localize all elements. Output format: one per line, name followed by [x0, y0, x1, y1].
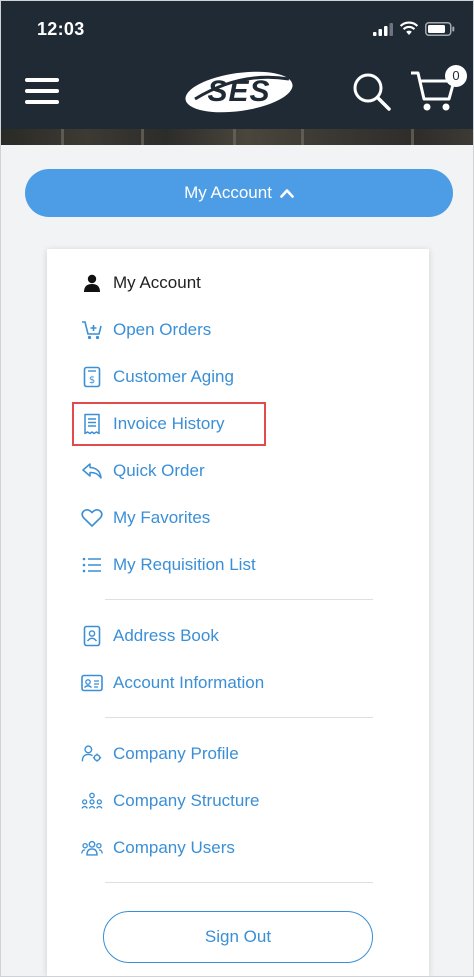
menu-item-label: Company Structure	[113, 791, 260, 810]
menu-item-label: Customer Aging	[113, 367, 234, 386]
menu-item-quick-order[interactable]: Quick Order	[81, 456, 205, 486]
heart-icon	[81, 507, 103, 529]
status-icons	[373, 21, 455, 36]
menu-item-company-profile[interactable]: Company Profile	[81, 739, 239, 769]
cart-count-badge: 0	[445, 65, 467, 87]
menu-item-my-requisition-list[interactable]: My Requisition List	[81, 550, 256, 580]
menu-item-company-structure[interactable]: Company Structure	[81, 786, 259, 816]
menu-item-label: Open Orders	[113, 320, 212, 339]
menu-item-label: Company Profile	[113, 744, 239, 763]
menu-item-label: Account Information	[113, 673, 265, 692]
my-account-toggle-button[interactable]: My Account	[25, 169, 453, 217]
battery-icon	[425, 21, 455, 36]
org-structure-icon	[81, 790, 103, 812]
status-time: 12:03	[37, 19, 85, 39]
menu-item-my-account[interactable]: My Account	[81, 268, 201, 298]
menu-item-label: Address Book	[113, 626, 219, 645]
menu-divider	[105, 882, 373, 883]
search-icon[interactable]	[351, 71, 393, 113]
menu-item-label: My Account	[113, 273, 201, 292]
hamburger-menu-icon[interactable]	[25, 76, 59, 106]
cart-plus-icon	[81, 319, 103, 341]
id-card-icon	[81, 672, 103, 694]
menu-divider	[105, 717, 373, 718]
list-icon	[81, 554, 103, 576]
user-gear-icon	[81, 743, 103, 765]
reply-arrow-icon	[81, 460, 103, 482]
app-header: 12:03 SES 0	[1, 1, 473, 145]
address-book-icon	[81, 625, 103, 647]
menu-item-open-orders[interactable]: Open Orders	[81, 315, 211, 345]
invoice-history-highlight-box	[72, 402, 266, 446]
account-menu-card: My Account Open Orders $ Customer Aging …	[47, 249, 429, 976]
menu-item-customer-aging[interactable]: $ Customer Aging	[81, 362, 234, 392]
dollar-document-icon: $	[81, 366, 103, 388]
sign-out-button[interactable]: Sign Out	[103, 911, 373, 963]
menu-item-label: Quick Order	[113, 461, 205, 480]
users-icon	[81, 837, 103, 859]
menu-divider	[105, 599, 373, 600]
chevron-up-icon	[280, 189, 294, 198]
menu-item-label: Company Users	[113, 838, 235, 857]
menu-item-company-users[interactable]: Company Users	[81, 833, 235, 863]
header-photo-strip	[1, 129, 473, 145]
wifi-icon	[399, 21, 419, 35]
menu-item-address-book[interactable]: Address Book	[81, 621, 219, 651]
menu-item-label: My Requisition List	[113, 555, 256, 574]
menu-item-my-favorites[interactable]: My Favorites	[81, 503, 210, 533]
my-account-toggle-label: My Account	[184, 183, 272, 202]
signal-icon	[373, 22, 393, 36]
app-frame: 12:03 SES 0 My Account My Account Open O…	[0, 0, 474, 977]
svg-text:$: $	[89, 375, 95, 386]
menu-item-label: My Favorites	[113, 508, 211, 527]
ses-logo[interactable]: SES	[181, 65, 297, 119]
user-icon	[81, 272, 103, 294]
menu-item-account-information[interactable]: Account Information	[81, 668, 264, 698]
